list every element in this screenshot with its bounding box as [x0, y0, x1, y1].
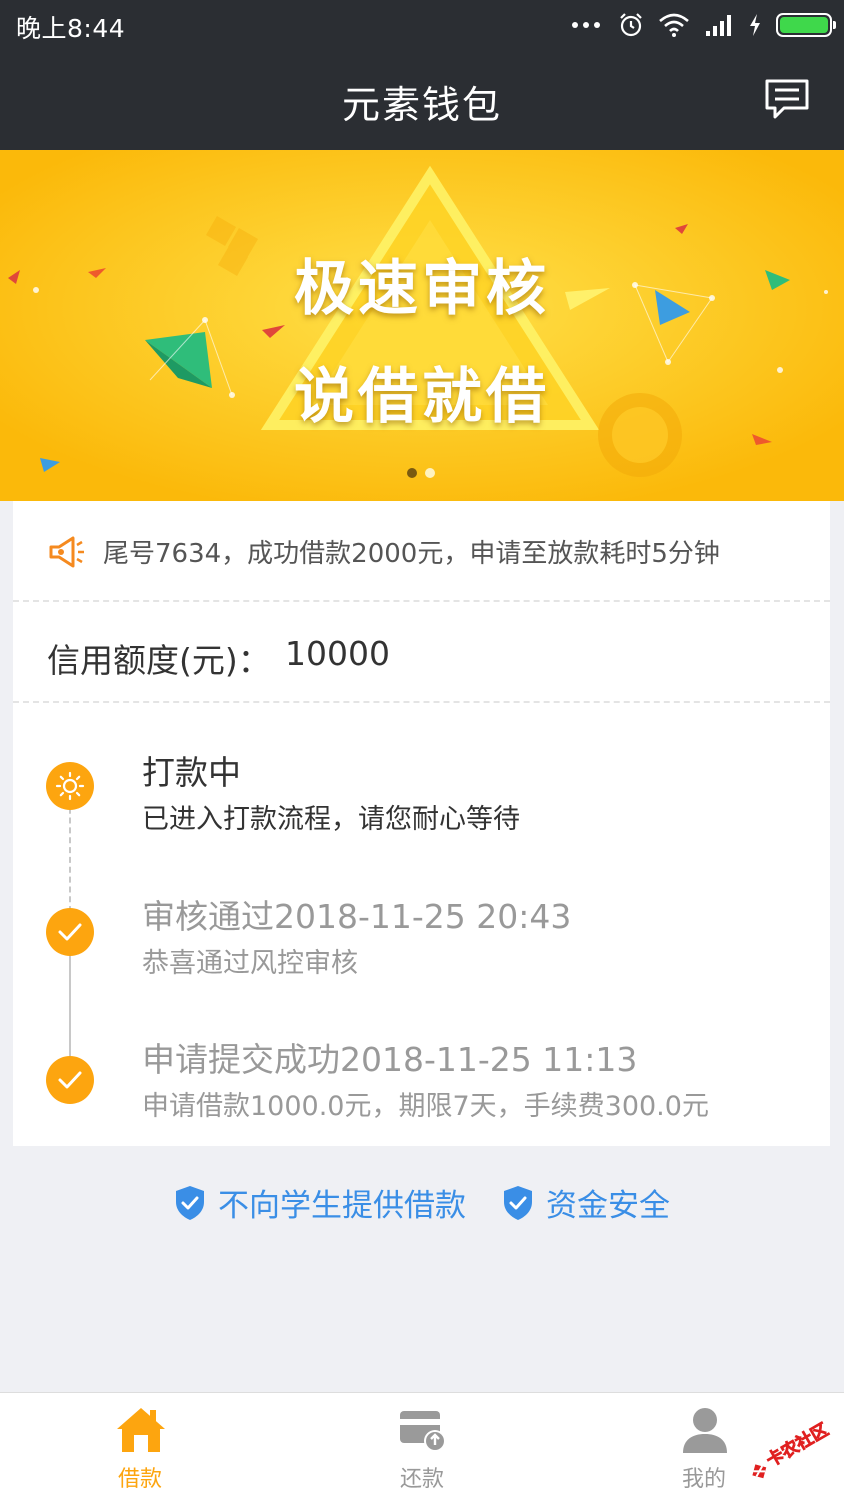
battery-fill	[780, 17, 828, 33]
bottom-tab-bar: 借款 还款 我的 卡农社区	[0, 1392, 844, 1500]
sun-icon	[46, 762, 94, 810]
step-title: 申请提交成功2018-11-25 11:13	[142, 1040, 638, 1079]
progress-timeline: 打款中 已进入打款流程，请您耐心等待 审核通过2018-11-25 20:43 …	[13, 704, 830, 1146]
assurance-funds-safe: 资金安全	[502, 1180, 670, 1225]
check-icon	[46, 1056, 94, 1104]
more-dots-icon	[572, 22, 600, 28]
assurance-row: 不向学生提供借款 资金安全	[0, 1180, 844, 1225]
banner-headline-2: 说借就借	[294, 362, 550, 432]
kanong-watermark-logo: 卡农社区	[752, 1419, 833, 1479]
user-icon	[683, 1408, 727, 1453]
tab-label: 还款	[399, 1467, 444, 1492]
tab-borrow[interactable]: 借款	[50, 1393, 230, 1500]
credit-value: 10000	[285, 634, 390, 673]
banner-headline-1: 极速审核	[294, 254, 550, 324]
credit-limit-row: 信用额度(元)： 10000	[13, 602, 830, 703]
step-desc: 已进入打款流程，请您耐心等待	[142, 804, 520, 835]
credit-label: 信用额度(元)：	[47, 641, 271, 680]
message-icon[interactable]	[764, 78, 810, 120]
banner-pager[interactable]	[407, 468, 435, 478]
step-title: 打款中	[142, 753, 241, 792]
pager-dot-active[interactable]	[407, 468, 417, 478]
loan-status-card: 尾号7634，成功借款2000元，申请至放款耗时5分钟 信用额度(元)： 100…	[13, 501, 830, 1146]
assurance-text: 不向学生提供借款	[218, 1188, 466, 1224]
signal-icon	[706, 15, 731, 36]
status-time: 晚上8:44	[16, 14, 126, 43]
step-desc: 申请借款1000.0元，期限7天，手续费300.0元	[142, 1091, 709, 1122]
tab-label: 借款	[117, 1467, 162, 1492]
svg-text:卡农社区: 卡农社区	[763, 1419, 832, 1471]
step-desc: 恭喜通过风控审核	[142, 948, 358, 979]
step-title: 审核通过2018-11-25 20:43	[142, 897, 572, 936]
assurance-text: 资金安全	[546, 1188, 670, 1224]
shield-check-icon	[504, 1185, 532, 1220]
tab-repay[interactable]: 还款	[332, 1393, 512, 1500]
shield-check-icon	[176, 1185, 204, 1220]
wifi-icon	[659, 13, 689, 37]
status-bar: 晚上8:44	[0, 0, 844, 50]
status-icons	[572, 10, 836, 40]
promo-banner[interactable]: 极速审核 说借就借	[0, 150, 844, 501]
battery-icon	[776, 13, 836, 37]
notice-bar: 尾号7634，成功借款2000元，申请至放款耗时5分钟	[13, 501, 830, 602]
speaker-icon	[49, 536, 84, 568]
alarm-icon	[620, 13, 642, 37]
home-icon	[117, 1408, 165, 1452]
page-title: 元素钱包	[341, 83, 502, 127]
app-header: 元素钱包	[0, 50, 844, 150]
charging-icon	[750, 14, 760, 36]
notice-text: 尾号7634，成功借款2000元，申请至放款耗时5分钟	[103, 539, 720, 569]
repay-card-icon	[400, 1411, 446, 1452]
check-icon	[46, 908, 94, 956]
assurance-no-students: 不向学生提供借款	[174, 1180, 466, 1225]
pager-dot[interactable]	[425, 468, 435, 478]
